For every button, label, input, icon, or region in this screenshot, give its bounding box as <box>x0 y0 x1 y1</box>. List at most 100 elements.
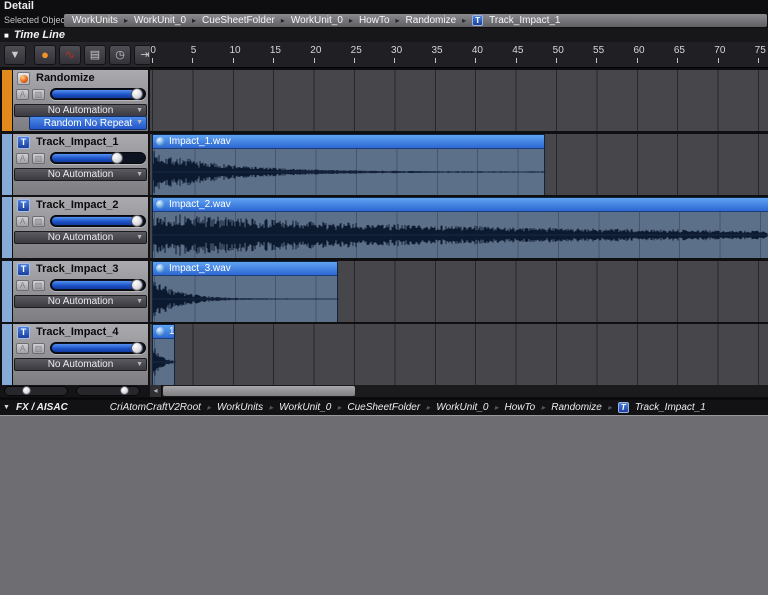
timeline-lane[interactable]: 1 <box>150 324 768 385</box>
breadcrumb-item[interactable]: WorkUnits <box>72 15 118 26</box>
clear-track-icon[interactable]: ▥ <box>32 343 45 354</box>
fx-aisac-title[interactable]: FX / AISAC <box>16 402 68 413</box>
breadcrumb-item[interactable]: Randomize <box>551 402 602 413</box>
clear-track-icon[interactable]: ▥ <box>32 89 45 100</box>
breadcrumb-item[interactable]: WorkUnit_0 <box>279 402 331 413</box>
scroll-left-button[interactable]: ◂ <box>150 385 162 397</box>
track-color-strip <box>2 133 12 195</box>
track-menu-button[interactable]: ▼ <box>4 45 26 65</box>
track-volume-slider[interactable] <box>50 88 146 100</box>
clear-track-icon[interactable]: ▥ <box>32 152 45 164</box>
time-mode-button[interactable]: ◷ <box>109 45 131 65</box>
breadcrumb-item[interactable]: WorkUnits <box>217 402 263 413</box>
breadcrumb-item-current[interactable]: Track_Impact_1 <box>489 15 560 26</box>
breadcrumb-separator: ▸ <box>607 403 612 412</box>
clear-track-icon[interactable]: ▥ <box>32 279 45 291</box>
clip-name: Impact_1.wav <box>169 135 231 147</box>
ruler-tick <box>354 58 355 63</box>
track-volume-slider[interactable] <box>50 215 146 227</box>
track-header-body: T Track_Impact_1 A ▥ No Automation ▼ <box>13 133 148 195</box>
automation-edit-icon[interactable]: A <box>16 152 29 164</box>
waveform <box>153 281 339 316</box>
random-mode-dropdown[interactable]: Random No Repeat ▼ <box>29 116 147 130</box>
track-title-row: T Track_Impact_1 <box>13 135 148 150</box>
track-name: Track_Impact_3 <box>36 262 119 275</box>
slider-handle[interactable] <box>120 386 130 395</box>
timeline-lane[interactable]: Impact_1.wav <box>150 133 768 195</box>
breadcrumb-item[interactable]: WorkUnit_0 <box>436 402 488 413</box>
breadcrumb-separator: ▸ <box>123 16 128 25</box>
timeline-lane[interactable] <box>150 70 768 131</box>
breadcrumb-separator: ▸ <box>280 16 285 25</box>
ruler-tick <box>758 58 759 63</box>
track-header: Randomize A ▥ No Automation ▼ Random No Repea… <box>0 70 148 131</box>
ruler-label: 10 <box>229 45 241 56</box>
clip-title-bar: Impact_2.wav <box>153 198 768 212</box>
automation-edit-icon[interactable]: A <box>16 279 29 291</box>
clip-body <box>153 275 339 322</box>
slider-fill <box>52 344 143 352</box>
timeline-ruler[interactable]: 0 5 10 15 20 25 30 35 40 45 50 55 60 65 70 75 <box>150 42 768 68</box>
timeline-lane[interactable]: Impact_2.wav <box>150 197 768 258</box>
envelope-button[interactable]: ∿ <box>59 45 81 65</box>
audio-clip[interactable]: Impact_2.wav <box>152 197 768 258</box>
track-color-strip <box>2 260 12 322</box>
automation-edit-icon[interactable]: A <box>16 89 29 100</box>
ruler-tick <box>313 58 315 63</box>
timeline-horizontal-scrollbar[interactable]: ◂ <box>150 385 768 397</box>
scrollbar-thumb[interactable] <box>162 386 355 396</box>
breadcrumb-item[interactable]: CriAtomCraftV2Root <box>110 402 201 413</box>
track-icon: T <box>17 262 30 276</box>
breadcrumb-item[interactable]: CueSheetFolder <box>202 15 275 26</box>
ruler-label: 25 <box>350 45 362 56</box>
track-controls-row: A ▥ <box>13 151 148 167</box>
track-color-strip <box>2 197 12 258</box>
slider-handle[interactable] <box>110 151 123 164</box>
ruler-label: 50 <box>552 45 564 56</box>
track-header-body: Randomize A ▥ No Automation ▼ Random No Repea… <box>13 70 148 131</box>
breadcrumb-item[interactable]: CueSheetFolder <box>347 402 420 413</box>
chevron-down-icon: ▼ <box>136 107 143 114</box>
record-marker-button[interactable]: ● <box>34 45 56 65</box>
breadcrumb-item[interactable]: WorkUnit_0 <box>134 15 186 26</box>
automation-dropdown[interactable]: No Automation ▼ <box>14 231 147 244</box>
automation-dropdown[interactable]: No Automation ▼ <box>14 294 147 308</box>
breadcrumb-item[interactable]: Randomize <box>406 15 457 26</box>
breadcrumb-item[interactable]: WorkUnit_0 <box>291 15 343 26</box>
breadcrumb-item[interactable]: HowTo <box>504 402 535 413</box>
collapse-arrow-icon[interactable]: ▼ <box>3 404 10 411</box>
automation-edit-icon[interactable]: A <box>16 216 29 227</box>
audio-clip[interactable]: Impact_1.wav <box>152 133 546 195</box>
breadcrumb-separator: ▸ <box>192 16 197 25</box>
automation-dropdown[interactable]: No Automation ▼ <box>14 167 147 181</box>
ruler-label: 20 <box>310 45 322 56</box>
slider-handle[interactable] <box>131 88 144 100</box>
audio-clip[interactable]: Impact_3.wav <box>152 260 339 322</box>
track-volume-slider[interactable] <box>50 151 146 164</box>
list-view-button[interactable]: ▤ <box>84 45 106 65</box>
track-title-row: Randomize <box>13 71 148 86</box>
ruler-label: 35 <box>431 45 443 56</box>
breadcrumb-item-current[interactable]: Track_Impact_1 <box>635 402 706 413</box>
slider-handle[interactable] <box>131 215 144 227</box>
selected-object-label: Selected Object <box>4 15 68 25</box>
breadcrumb-item[interactable]: HowTo <box>359 15 390 26</box>
waveform <box>153 348 176 376</box>
fx-breadcrumb: CriAtomCraftV2Root ▸ WorkUnits ▸ WorkUnit_0 ▸… <box>110 402 706 413</box>
slider-handle[interactable] <box>21 386 31 395</box>
slider-handle[interactable] <box>131 278 144 291</box>
breadcrumb-separator: ▸ <box>206 403 211 412</box>
timeline-lane[interactable]: Impact_3.wav <box>150 260 768 322</box>
track-name: Track_Impact_4 <box>36 326 119 338</box>
clear-track-icon[interactable]: ▥ <box>32 216 45 227</box>
ruler-tick <box>273 58 275 63</box>
ruler-label: 30 <box>391 45 403 56</box>
track-volume-slider[interactable] <box>50 342 146 354</box>
slider-handle[interactable] <box>131 342 144 354</box>
timeline-zoom-vertical[interactable] <box>76 386 140 396</box>
audio-clip[interactable]: 1 <box>152 324 176 385</box>
timeline-zoom-horizontal[interactable] <box>4 386 68 396</box>
automation-dropdown[interactable]: No Automation ▼ <box>14 358 147 371</box>
track-volume-slider[interactable] <box>50 278 146 291</box>
automation-edit-icon[interactable]: A <box>16 343 29 354</box>
